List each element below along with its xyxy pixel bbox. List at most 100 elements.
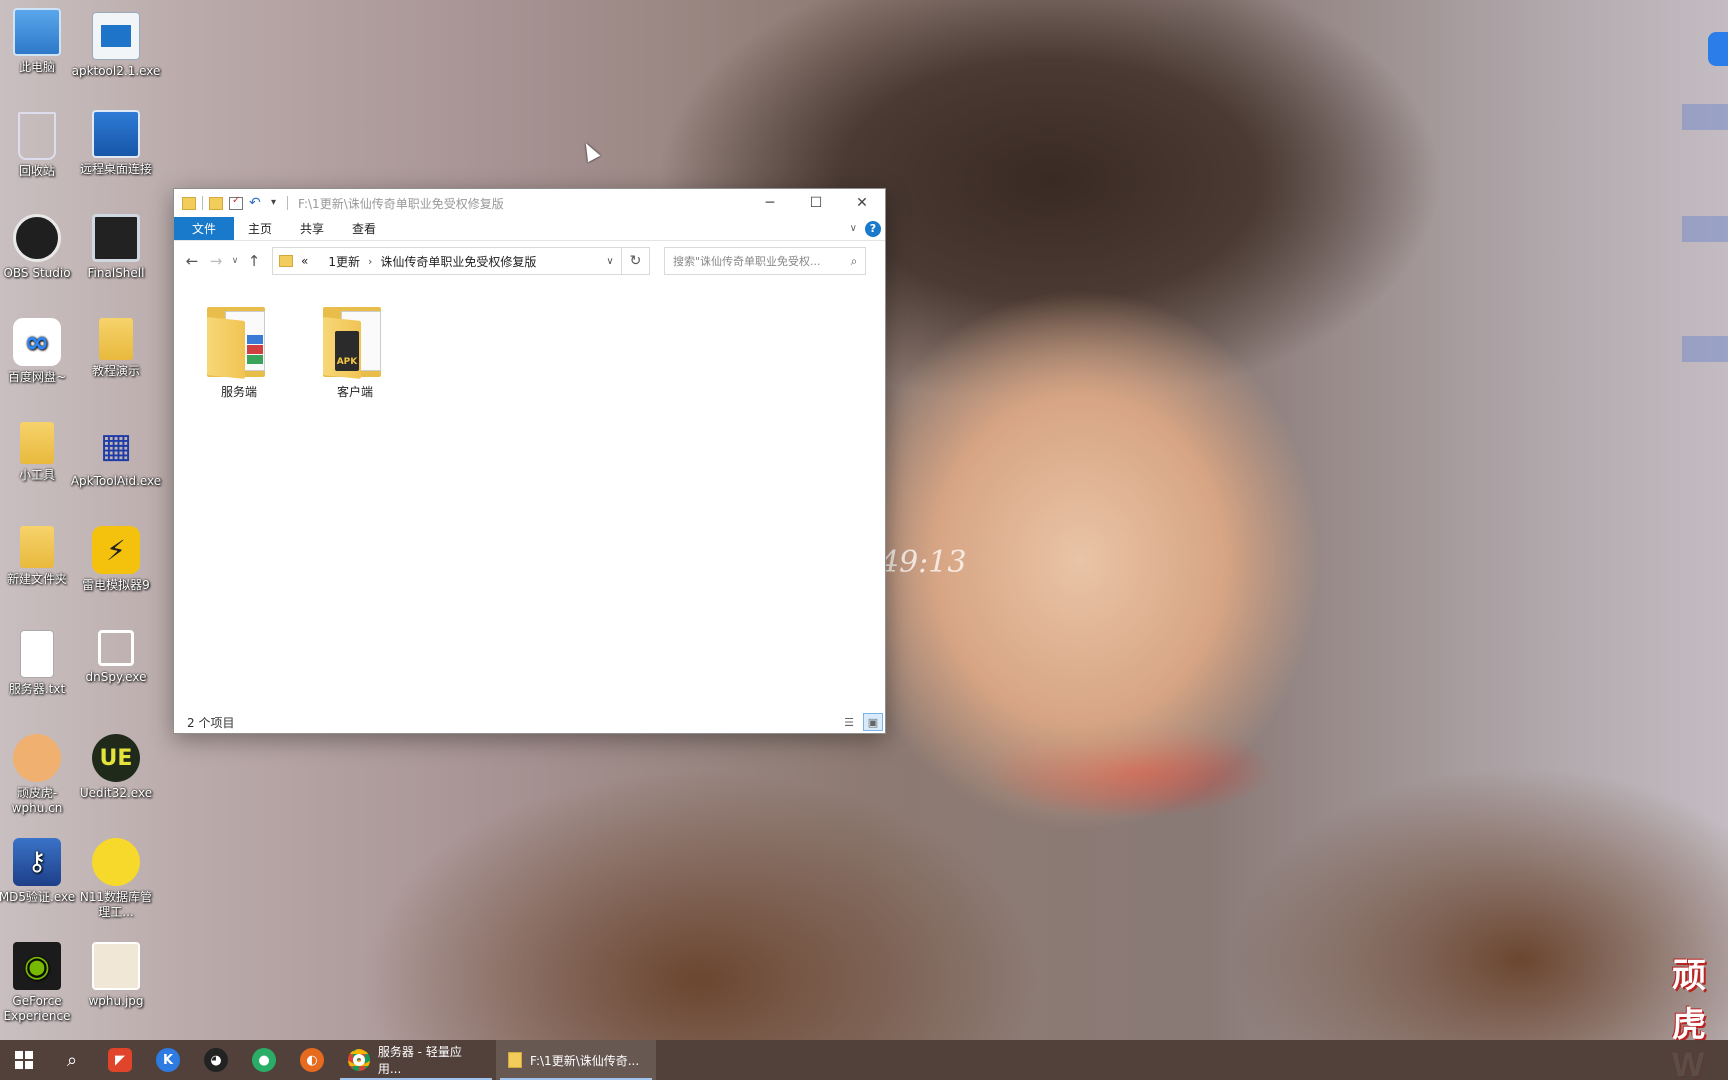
uedit-icon: UE: [92, 734, 140, 782]
search-box[interactable]: 搜索"诛仙传奇单职业免受权... ⌕: [664, 247, 866, 275]
desktop-icon-baidu-netdisk[interactable]: ∞ 百度网盘~: [0, 318, 76, 385]
desktop-icon-label: N11数据库管理工...: [79, 890, 153, 919]
folder-apk-icon: APK: [323, 301, 387, 379]
wechat-icon[interactable]: ●: [240, 1040, 288, 1080]
edge-widget-icon[interactable]: [1708, 32, 1728, 66]
tab-home[interactable]: 主页: [234, 217, 286, 240]
n11-icon: [92, 838, 140, 886]
desktop-icon-geforce[interactable]: ◉ GeForce Experience: [0, 942, 76, 1024]
desktop-icon-md5[interactable]: ⚷ MD5验证.exe: [0, 838, 76, 905]
desktop-icon-wphu-link[interactable]: 顽皮虎-wphu.cn: [0, 734, 76, 816]
file-explorer-window[interactable]: ↶ ▾ F:\1更新\诛仙传奇单职业免受权修复版 ─ ☐ ✕ 文件 主页 共享 …: [173, 188, 886, 734]
desktop-icon-uedit[interactable]: UE Uedit32.exe: [77, 734, 155, 801]
folder-icon: [508, 1052, 522, 1068]
address-bar[interactable]: « 1更新 › 诛仙传奇单职业免受权修复版 ∨: [272, 247, 622, 275]
minimize-button[interactable]: ─: [747, 189, 793, 217]
file-item-label: 服务端: [220, 385, 257, 399]
new-folder-icon[interactable]: [209, 196, 223, 210]
desktop-icon-dnspy[interactable]: dnSpy.exe: [77, 630, 155, 685]
title-bar[interactable]: ↶ ▾ F:\1更新\诛仙传奇单职业免受权修复版 ─ ☐ ✕: [174, 189, 885, 217]
side-tab[interactable]: [1682, 216, 1728, 242]
search-input[interactable]: 搜索"诛仙传奇单职业免受权...: [673, 253, 843, 269]
exe-icon: [92, 12, 140, 60]
forward-icon[interactable]: →: [204, 252, 228, 270]
item-count: 2 个项目: [187, 715, 235, 730]
breadcrumb-item[interactable]: 诛仙传奇单职业免受权修复版: [380, 253, 536, 270]
tab-view[interactable]: 查看: [338, 217, 390, 240]
desktop-icon-label: Uedit32.exe: [79, 786, 153, 800]
window-title: F:\1更新\诛仙传奇单职业免受权修复版: [298, 196, 504, 211]
desktop-icon-label: 回收站: [18, 164, 55, 178]
desktop-icon-obs[interactable]: OBS Studio: [0, 214, 76, 281]
side-tab[interactable]: [1682, 336, 1728, 362]
image-icon: [92, 942, 140, 990]
desktop-icon-wphu-jpg[interactable]: wphu.jpg: [77, 942, 155, 1009]
chrome-icon: [348, 1049, 370, 1071]
desktop-icon-this-pc[interactable]: 此电脑: [0, 8, 76, 75]
close-button[interactable]: ✕: [839, 189, 885, 217]
desktop-icon-apktool[interactable]: apktool2.1.exe: [72, 12, 160, 79]
desktop-icon-finalshell[interactable]: FinalShell: [77, 214, 155, 281]
folder-icon: [279, 255, 293, 267]
search-icon[interactable]: ⌕: [48, 1040, 96, 1080]
side-tab[interactable]: [1682, 104, 1728, 130]
breadcrumb-separator-icon[interactable]: ›: [368, 255, 372, 268]
properties-icon[interactable]: [229, 195, 243, 210]
start-icon[interactable]: [0, 1040, 48, 1080]
folder-icon: [99, 318, 133, 360]
up-icon[interactable]: ↑: [242, 252, 266, 270]
tab-file[interactable]: 文件: [174, 217, 235, 240]
folder-icon: [20, 422, 54, 464]
file-list[interactable]: 服务端 APK 客户端: [174, 281, 885, 719]
desktop-icon-label: FinalShell: [87, 266, 145, 280]
status-bar: 2 个项目 ☰ ▣: [174, 711, 885, 733]
remote-desktop-icon: [92, 110, 140, 158]
breadcrumb-overflow[interactable]: «: [301, 254, 308, 268]
desktop-icon-remote-desktop[interactable]: 远程桌面连接: [77, 110, 155, 177]
taskbar-app-chrome[interactable]: 服务器 - 轻量应用...: [336, 1040, 496, 1080]
k-icon[interactable]: K: [144, 1040, 192, 1080]
desktop-icon-n11[interactable]: N11数据库管理工...: [77, 838, 155, 920]
recent-locations-icon[interactable]: ∨: [228, 256, 242, 266]
recycle-bin-icon: [18, 112, 56, 160]
desktop-icon-recycle-bin[interactable]: 回收站: [0, 112, 76, 179]
desktop-icon-label: dnSpy.exe: [85, 670, 147, 684]
desktop-icon-label: 服务器.txt: [8, 682, 66, 696]
folder-icon: [20, 526, 54, 568]
firefox-icon[interactable]: ◐: [288, 1040, 336, 1080]
desktop-icon-tutorial-folder[interactable]: 教程演示: [77, 318, 155, 379]
refresh-icon[interactable]: ↻: [622, 247, 650, 275]
back-icon[interactable]: ←: [180, 252, 204, 270]
wps-icon[interactable]: ◤: [96, 1040, 144, 1080]
undo-icon[interactable]: ↶: [249, 196, 265, 210]
help-icon[interactable]: ?: [865, 220, 881, 237]
expand-ribbon-icon[interactable]: ∨: [850, 223, 857, 234]
baidu-netdisk-icon: ∞: [13, 318, 61, 366]
large-icons-view-icon[interactable]: ▣: [863, 713, 883, 731]
tab-share[interactable]: 共享: [286, 217, 338, 240]
desktop-icon-label: 顽皮虎-wphu.cn: [11, 786, 63, 815]
key-icon: ⚷: [13, 838, 61, 886]
desktop-icon-label: 百度网盘~: [7, 370, 67, 384]
finalshell-icon: [92, 214, 140, 262]
customize-toolbar-icon[interactable]: ▾: [271, 197, 281, 210]
desktop-icon-ldplayer[interactable]: ⚡ 雷电模拟器9: [77, 526, 155, 593]
taskbar-app-explorer[interactable]: F:\1更新\诛仙传奇...: [496, 1040, 656, 1080]
maximize-button[interactable]: ☐: [793, 189, 839, 217]
file-item-server-folder[interactable]: 服务端: [194, 301, 284, 400]
desktop-icon-server-txt[interactable]: 服务器.txt: [0, 630, 76, 697]
desktop-icon-tools-folder[interactable]: 小工具: [0, 422, 76, 483]
file-item-client-folder[interactable]: APK 客户端: [310, 301, 400, 400]
desktop-icon-label: 新建文件夹: [6, 572, 67, 586]
breadcrumb-item[interactable]: 1更新: [328, 253, 360, 270]
search-icon[interactable]: ⌕: [843, 254, 865, 269]
qq-icon[interactable]: ◕: [192, 1040, 240, 1080]
desktop-icon-apktoolaid[interactable]: ▦ ApkToolAid.exe: [71, 422, 161, 489]
desktop-icon-label: 雷电模拟器9: [82, 578, 150, 592]
details-view-icon[interactable]: ☰: [839, 713, 859, 731]
taskbar-app-label: F:\1更新\诛仙传奇...: [530, 1053, 640, 1068]
desktop-icon-new-folder[interactable]: 新建文件夹: [0, 526, 76, 587]
view-switcher: ☰ ▣: [839, 713, 885, 731]
address-dropdown-icon[interactable]: ∨: [599, 256, 621, 267]
desktop-icon-label: ApkToolAid.exe: [70, 474, 162, 488]
